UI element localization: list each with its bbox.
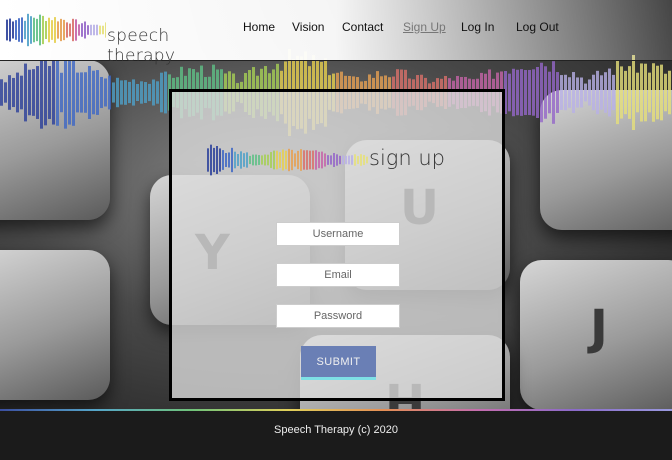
signup-panel: sign up SUBMIT <box>169 89 505 401</box>
nav-log-out[interactable]: Log Out <box>516 20 559 34</box>
logo-text: speech therapy <box>107 26 176 66</box>
key-shape <box>0 250 110 400</box>
site-header: speech therapy Home Vision Contact Sign … <box>0 0 672 66</box>
soundwave-logo-icon <box>6 13 106 47</box>
username-input[interactable] <box>276 222 400 246</box>
nav-home[interactable]: Home <box>243 20 275 34</box>
footer-copyright: Speech Therapy (c) 2020 <box>274 424 398 436</box>
key-shape: J <box>520 260 672 410</box>
nav-sign-up[interactable]: Sign Up <box>403 20 446 34</box>
nav-log-in[interactable]: Log In <box>461 20 494 34</box>
signup-title: sign up <box>369 146 446 170</box>
submit-button[interactable]: SUBMIT <box>301 346 376 380</box>
key-shape <box>540 90 672 230</box>
password-input[interactable] <box>276 304 400 328</box>
email-input[interactable] <box>276 263 400 287</box>
site-logo[interactable]: speech therapy <box>6 8 231 66</box>
nav-vision[interactable]: Vision <box>292 20 324 34</box>
site-footer: Speech Therapy (c) 2020 <box>0 411 672 460</box>
key-label: J <box>590 300 608 356</box>
nav-contact[interactable]: Contact <box>342 20 383 34</box>
key-shape <box>0 60 110 220</box>
